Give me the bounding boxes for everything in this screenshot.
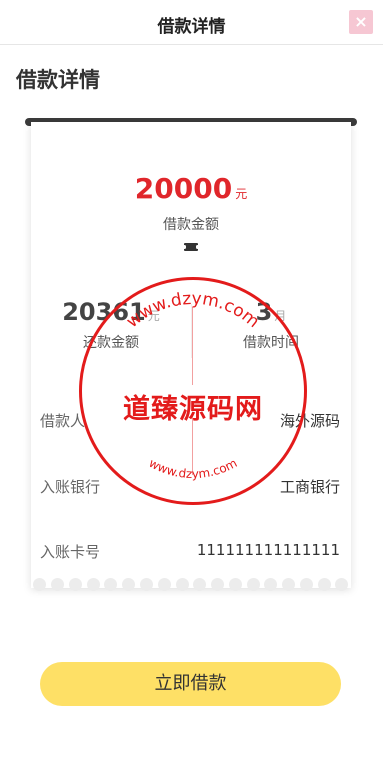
close-button[interactable]: ×	[349, 10, 373, 34]
repay-amount-unit: 元	[147, 309, 160, 323]
loan-term-stat: 3月 借款时间	[191, 298, 351, 352]
ticket-icon	[183, 243, 199, 251]
detail-row-bank: 入账银行 工商银行	[40, 476, 340, 498]
loan-term-label: 借款时间	[243, 335, 299, 351]
repay-amount-value: 20361	[62, 298, 146, 326]
detail-value: 海外源码	[279, 412, 340, 430]
repay-amount-label: 还款金额	[83, 335, 139, 351]
page-title: 借款详情	[16, 68, 100, 92]
loan-term-value: 3	[255, 298, 273, 326]
loan-amount-label: 借款金额	[163, 217, 219, 233]
detail-row-borrower: 借款人 海外源码	[40, 410, 340, 432]
detail-key: 借款人	[40, 412, 86, 430]
top-bar: 借款详情 ×	[0, 0, 383, 45]
detail-row-card-number: 入账卡号 111111111111111	[40, 541, 340, 563]
close-icon: ×	[354, 12, 368, 31]
loan-term-unit: 月	[274, 309, 287, 323]
loan-amount-unit: 元	[235, 187, 248, 201]
apply-loan-button[interactable]: 立即借款	[40, 662, 341, 706]
card-scallop-edge	[31, 578, 351, 594]
detail-key: 入账卡号	[40, 543, 101, 561]
detail-value: 工商银行	[279, 478, 340, 496]
detail-value: 111111111111111	[196, 541, 340, 559]
header-title: 借款详情	[157, 17, 226, 37]
repay-amount-stat: 20361 元 还款金额	[31, 298, 191, 352]
loan-amount: 20000 元	[31, 172, 351, 205]
loan-amount-value: 20000	[134, 172, 233, 205]
loan-card: 20000 元 借款金额 20361 元 还款金额 3月 借款时间 借款人 海外源码…	[31, 122, 351, 588]
detail-key: 入账银行	[40, 478, 101, 496]
